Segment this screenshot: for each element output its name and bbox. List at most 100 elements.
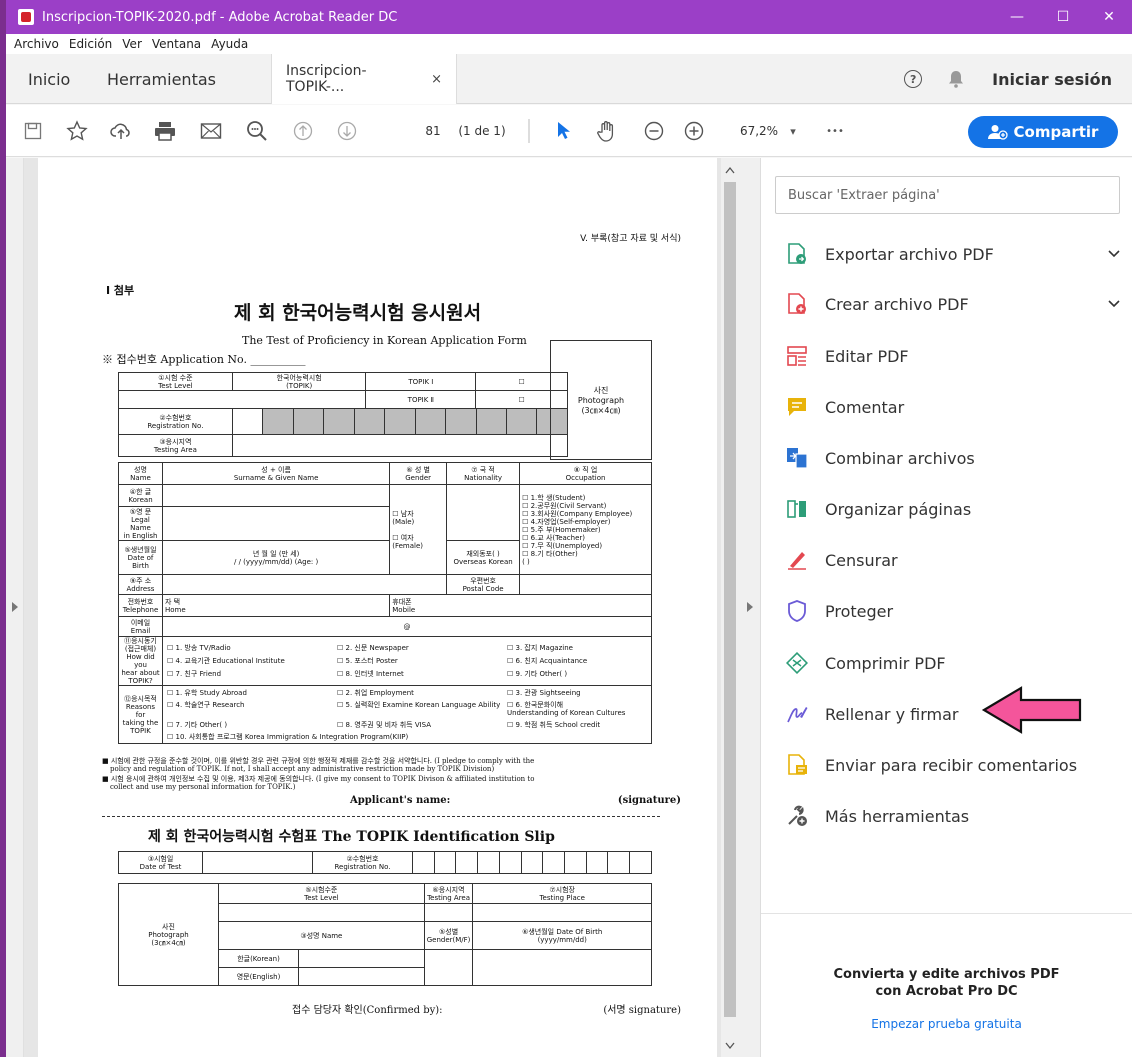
window-controls: — ☐ ✕ (994, 0, 1132, 34)
tool-send-comments[interactable]: Enviar para recibir comentarios (785, 745, 1120, 785)
tool-edit-pdf[interactable]: Editar PDF (785, 336, 1120, 376)
send-comments-icon (785, 753, 809, 777)
zoom-level-select[interactable]: 67,2% (734, 117, 784, 145)
tool-combine-files[interactable]: Combinar archivos (785, 438, 1120, 478)
menu-ventana[interactable]: Ventana (152, 37, 201, 51)
tab-bar-right: ? Iniciar sesión (904, 54, 1132, 104)
upload-cloud-icon[interactable] (108, 117, 134, 145)
edit-pdf-icon (785, 344, 809, 368)
help-icon[interactable]: ? (904, 70, 923, 88)
zoom-in-icon[interactable] (682, 117, 706, 145)
tool-comment[interactable]: Comentar (785, 387, 1120, 427)
applicant-name-label: Applicant's name: (350, 795, 451, 806)
form-application-no: ※ 접수번호 Application No. __________ (102, 353, 306, 366)
acrobat-logo-icon (18, 9, 34, 25)
tool-compress-pdf[interactable]: Comprimir PDF (785, 643, 1120, 683)
tool-more-tools[interactable]: Más herramientas (785, 796, 1120, 836)
tools-search-input[interactable]: Buscar 'Extraer página' (775, 176, 1120, 214)
tab-document-label: Inscripcion-TOPIK-... (286, 63, 367, 95)
tab-document[interactable]: Inscripcion-TOPIK-... × (271, 54, 457, 104)
form-attach-label: Ⅰ 첨부 (106, 284, 135, 297)
form-title-en: The Test of Proficiency in Korean Applic… (242, 334, 527, 347)
right-panel-toggle[interactable] (739, 158, 761, 1057)
form-header-right: V. 부록(참고 자료 및 서식) (580, 234, 681, 244)
confirmed-signature-label: (서명 signature) (603, 1005, 681, 1016)
menu-bar: Archivo Edición Ver Ventana Ayuda (6, 34, 1132, 54)
hand-tool-icon[interactable] (594, 117, 620, 145)
pledge-line-2: policy and regulation of TOPIK. If not, … (110, 765, 495, 773)
acrobat-window: Inscripcion-TOPIK-2020.pdf - Adobe Acrob… (0, 0, 1132, 1057)
sign-in-button[interactable]: Iniciar sesión (992, 70, 1112, 89)
scroll-up-icon[interactable] (725, 166, 735, 174)
slip-title: 제 회 한국어능력시험 수험표 The TOPIK Identification… (148, 829, 555, 845)
close-tab-icon[interactable]: × (431, 72, 442, 87)
page-number-input[interactable]: 81 (420, 117, 446, 145)
pro-promo: Convierta y edite archivos PDF con Acrob… (761, 913, 1132, 1057)
vertical-scrollbar[interactable] (721, 158, 739, 1057)
form-photo-box: 사진 Photograph (3㎝×4㎝) (550, 340, 652, 460)
cut-line (102, 816, 660, 817)
minimize-button[interactable]: — (994, 0, 1040, 34)
tool-export-pdf[interactable]: Exportar archivo PDF (785, 234, 1120, 274)
signature-label: (signature) (617, 795, 681, 806)
scroll-down-icon[interactable] (725, 1042, 735, 1050)
organize-pages-icon (785, 497, 809, 521)
print-icon[interactable] (152, 117, 178, 145)
document-view[interactable]: V. 부록(참고 자료 및 서식) Ⅰ 첨부 제 회 한국어능력시험 응시원서 … (24, 158, 721, 1057)
promo-text: Convierta y edite archivos PDF con Acrob… (833, 967, 1060, 999)
bookmark-star-icon[interactable] (64, 117, 90, 145)
page-up-icon[interactable] (290, 117, 316, 145)
more-tools-icon (785, 804, 809, 828)
chevron-down-icon[interactable] (1108, 297, 1120, 312)
menu-ver[interactable]: Ver (122, 37, 142, 51)
toolbar-divider (528, 119, 530, 143)
annotation-arrow-icon (981, 686, 1082, 734)
toolbar: 81 (1 de 1) 67,2% ▾ ••• Compartir (6, 105, 1132, 157)
compress-pdf-icon (785, 651, 809, 675)
tool-organize-pages[interactable]: Organizar páginas (785, 489, 1120, 529)
tool-protect[interactable]: Proteger (785, 591, 1120, 631)
protect-shield-icon (785, 599, 809, 623)
notification-bell-icon[interactable] (948, 70, 964, 88)
menu-edicion[interactable]: Edición (69, 37, 112, 51)
expand-left-icon[interactable] (11, 602, 19, 612)
share-button[interactable]: Compartir (968, 116, 1118, 148)
slip-info-table: 사진 Photograph (3㎝×4㎝) ⑤시험수준 Test Level ⑥응시… (118, 883, 652, 986)
tab-herramientas[interactable]: Herramientas (107, 54, 216, 104)
form-test-table: ①시험 수준 Test Level 한국어능력시험 (TOPIK) TOPIK Ⅰ ☐… (117, 372, 569, 457)
title-bar: Inscripcion-TOPIK-2020.pdf - Adobe Acrob… (6, 0, 1132, 34)
scrollbar-thumb[interactable] (724, 182, 736, 1017)
more-options-icon[interactable]: ••• (822, 117, 848, 145)
slip-date-table: ③시험일 Date of Test ②수험번호 Registration No. (118, 851, 652, 874)
zoom-out-icon[interactable] (642, 117, 666, 145)
email-icon[interactable] (198, 117, 224, 145)
redact-icon (785, 548, 809, 572)
maximize-button[interactable]: ☐ (1040, 0, 1086, 34)
close-window-button[interactable]: ✕ (1086, 0, 1132, 34)
add-user-icon (987, 125, 1008, 140)
search-zoom-icon[interactable] (244, 117, 270, 145)
pledge-line-4: collect and use my personal information … (110, 783, 296, 791)
tab-bar: Inicio Herramientas Inscripcion-TOPIK-..… (6, 54, 1132, 104)
save-icon[interactable] (22, 117, 44, 145)
tool-create-pdf[interactable]: Crear archivo PDF (785, 284, 1120, 324)
share-label: Compartir (1013, 123, 1099, 141)
fill-sign-icon (785, 702, 809, 726)
tab-inicio[interactable]: Inicio (28, 54, 70, 104)
zoom-dropdown-icon[interactable]: ▾ (786, 117, 800, 145)
menu-archivo[interactable]: Archivo (14, 37, 59, 51)
chevron-down-icon[interactable] (1108, 247, 1120, 262)
form-title-ko: 제 회 한국어능력시험 응시원서 (234, 302, 482, 324)
page-down-icon[interactable] (334, 117, 360, 145)
comment-icon (785, 395, 809, 419)
left-panel-toggle[interactable] (6, 158, 24, 1057)
window-title: Inscripcion-TOPIK-2020.pdf - Adobe Acrob… (42, 9, 398, 25)
export-pdf-icon (785, 242, 809, 266)
tool-redact[interactable]: Censurar (785, 540, 1120, 580)
menu-ayuda[interactable]: Ayuda (211, 37, 248, 51)
pdf-page: V. 부록(참고 자료 및 서식) Ⅰ 첨부 제 회 한국어능력시험 응시원서 … (38, 158, 717, 1057)
tools-panel: Buscar 'Extraer página' Exportar archivo… (761, 158, 1132, 1057)
collapse-right-icon[interactable] (746, 602, 754, 612)
select-cursor-icon[interactable] (552, 117, 574, 145)
free-trial-link[interactable]: Empezar prueba gratuita (761, 1017, 1132, 1031)
